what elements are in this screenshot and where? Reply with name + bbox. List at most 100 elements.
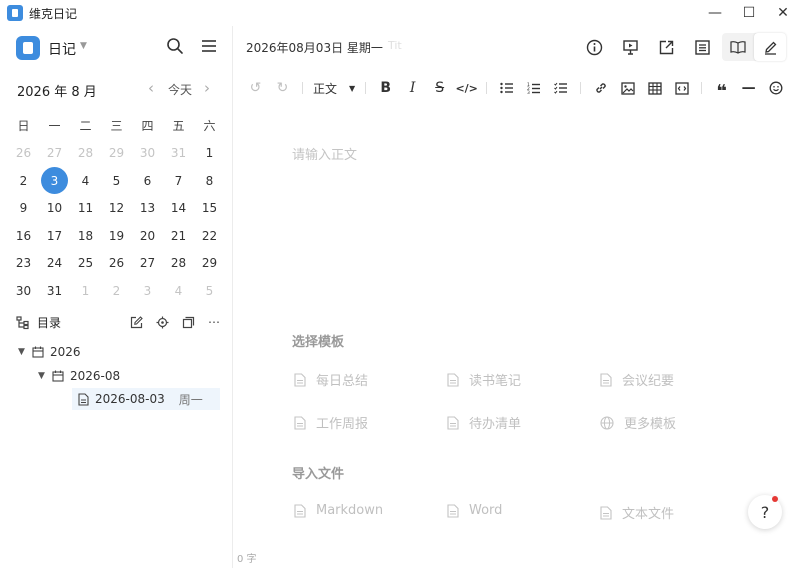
calendar-day[interactable]: 30: [8, 277, 39, 305]
outline-icon[interactable]: [684, 36, 720, 58]
calendar-day[interactable]: 28: [70, 140, 101, 168]
notebook-name[interactable]: 日记: [48, 39, 76, 59]
today-button[interactable]: 今天: [168, 81, 192, 98]
tree-month-node[interactable]: ▼ 2026-08: [38, 365, 120, 387]
calendar-day[interactable]: 13: [132, 195, 163, 223]
export-icon[interactable]: [648, 36, 684, 58]
template-item[interactable]: 读书笔记: [447, 370, 521, 389]
editor-placeholder[interactable]: 请输入正文: [292, 144, 357, 163]
notebook-dropdown-icon[interactable]: ▼: [80, 41, 87, 51]
close-button[interactable]: ✕: [766, 0, 800, 26]
calendar-day[interactable]: 30: [132, 140, 163, 168]
calendar-day[interactable]: 6: [132, 167, 163, 195]
calendar-day[interactable]: 25: [70, 250, 101, 278]
calendar-day[interactable]: 2: [101, 277, 132, 305]
undo-icon[interactable]: ↺: [242, 76, 269, 100]
table-icon[interactable]: [641, 76, 668, 100]
code-block-icon[interactable]: [668, 76, 695, 100]
calendar-day[interactable]: 10: [39, 195, 70, 223]
calendar-day[interactable]: 27: [39, 140, 70, 168]
minimize-button[interactable]: —: [698, 0, 732, 26]
numbered-list-icon[interactable]: 123: [520, 76, 547, 100]
calendar-day[interactable]: 19: [101, 222, 132, 250]
next-month-icon[interactable]: ›: [204, 79, 210, 97]
calendar-day[interactable]: 26: [101, 250, 132, 278]
template-item[interactable]: 每日总结: [294, 370, 368, 389]
calendar-day[interactable]: 31: [163, 140, 194, 168]
template-item[interactable]: 待办清单: [447, 413, 521, 432]
calendar-day[interactable]: 12: [101, 195, 132, 223]
calendar-day[interactable]: 27: [132, 250, 163, 278]
notebook-icon[interactable]: [16, 36, 40, 60]
inline-code-icon[interactable]: </>: [453, 76, 480, 100]
calendar-day-selected[interactable]: 3: [39, 167, 70, 195]
tree-entry-node[interactable]: 2026-08-03 周一: [72, 388, 220, 410]
menu-icon[interactable]: [200, 37, 218, 59]
import-item[interactable]: Markdown: [294, 503, 383, 518]
calendar-day[interactable]: 5: [194, 277, 225, 305]
edit-mode-icon[interactable]: [754, 33, 786, 61]
calendar-day[interactable]: 16: [8, 222, 39, 250]
template-item[interactable]: 工作周报: [294, 413, 368, 432]
emoji-icon[interactable]: [762, 76, 789, 100]
paragraph-style-dropdown[interactable]: 正文 ▼: [313, 80, 355, 97]
image-icon[interactable]: [614, 76, 641, 100]
window-controls: — ☐ ✕: [698, 0, 800, 26]
collapse-all-icon[interactable]: [180, 315, 196, 329]
calendar-day[interactable]: 29: [101, 140, 132, 168]
calendar-day[interactable]: 14: [163, 195, 194, 223]
locate-icon[interactable]: [154, 315, 170, 329]
more-icon[interactable]: ⋯: [206, 315, 222, 329]
calendar-day[interactable]: 9: [8, 195, 39, 223]
calendar-day[interactable]: 3: [132, 277, 163, 305]
calendar-icon: [32, 346, 44, 358]
tree-year-node[interactable]: ▼ 2026: [18, 341, 81, 363]
calendar-day[interactable]: 31: [39, 277, 70, 305]
entry-date-title[interactable]: 2026年08月03日 星期一: [246, 39, 383, 56]
template-item[interactable]: 更多模板: [600, 413, 676, 432]
calendar-day[interactable]: 20: [132, 222, 163, 250]
calendar-day[interactable]: 28: [163, 250, 194, 278]
calendar-day[interactable]: 17: [39, 222, 70, 250]
bold-icon[interactable]: B: [372, 76, 399, 100]
calendar-day[interactable]: 26: [8, 140, 39, 168]
strikethrough-icon[interactable]: S: [426, 76, 453, 100]
maximize-button[interactable]: ☐: [732, 0, 766, 26]
calendar-day[interactable]: 18: [70, 222, 101, 250]
calendar-day[interactable]: 21: [163, 222, 194, 250]
calendar-day[interactable]: 15: [194, 195, 225, 223]
info-icon[interactable]: [576, 36, 612, 58]
import-item[interactable]: 文本文件: [600, 503, 674, 522]
read-mode-icon[interactable]: [722, 33, 754, 61]
import-item[interactable]: Word: [447, 503, 502, 518]
italic-icon[interactable]: I: [399, 76, 426, 100]
calendar-day[interactable]: 5: [101, 167, 132, 195]
editor-pane: 2026年08月03日 星期一 Tit ↺ ↻ 正文 ▼ B I S </> 12…: [234, 26, 800, 568]
calendar-day[interactable]: 4: [70, 167, 101, 195]
template-item[interactable]: 会议纪要: [600, 370, 674, 389]
quote-icon[interactable]: ❝: [708, 76, 735, 102]
calendar-day[interactable]: 7: [163, 167, 194, 195]
calendar-week-row: 2 3 4 5 6 7 8: [8, 167, 225, 195]
bullet-list-icon[interactable]: [493, 76, 520, 100]
calendar-day[interactable]: 4: [163, 277, 194, 305]
calendar-day[interactable]: 1: [70, 277, 101, 305]
calendar-day[interactable]: 2: [8, 167, 39, 195]
search-icon[interactable]: [166, 37, 184, 59]
calendar-day[interactable]: 11: [70, 195, 101, 223]
calendar-day[interactable]: 1: [194, 140, 225, 168]
link-icon[interactable]: [587, 76, 614, 100]
calendar-day[interactable]: 29: [194, 250, 225, 278]
calendar-day[interactable]: 22: [194, 222, 225, 250]
new-entry-icon[interactable]: [128, 315, 144, 329]
calendar-day[interactable]: 24: [39, 250, 70, 278]
prev-month-icon[interactable]: ‹: [148, 79, 154, 97]
presentation-icon[interactable]: [612, 36, 648, 58]
redo-icon[interactable]: ↻: [269, 76, 296, 100]
calendar-day[interactable]: 23: [8, 250, 39, 278]
selected-day-label: 3: [41, 167, 68, 195]
task-list-icon[interactable]: [547, 76, 574, 100]
horizontal-rule-icon[interactable]: —: [735, 76, 762, 100]
calendar-day[interactable]: 8: [194, 167, 225, 195]
toc-header: 目录 ⋯: [0, 312, 233, 332]
